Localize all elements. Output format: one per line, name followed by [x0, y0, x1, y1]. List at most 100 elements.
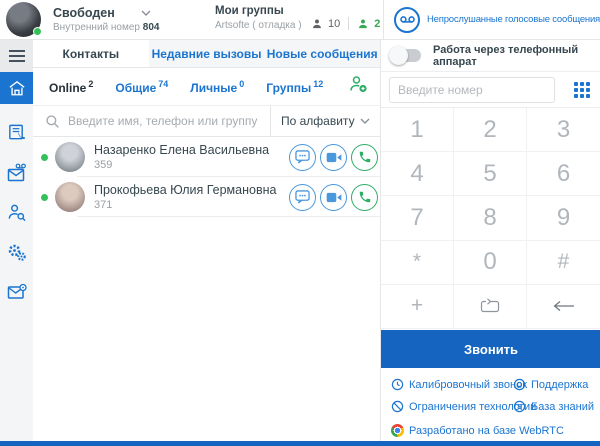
phone-icon	[358, 150, 372, 164]
filter-shared[interactable]: Общие74	[115, 79, 168, 95]
dialpad-grid-icon[interactable]	[574, 82, 590, 98]
user-status-column: Свободен Внутренний номер 804	[53, 6, 159, 33]
knowledge-base-link[interactable]: S База знаний	[513, 400, 595, 413]
contact-name: Прокофьева Юлия Германовна	[94, 183, 276, 197]
restrictions-link[interactable]: Ограничения технологии	[391, 400, 513, 413]
chat-icon	[295, 150, 310, 164]
voicemail-notification[interactable]: Непрослушанные голосовые сообщения	[383, 0, 600, 39]
chevron-down-icon	[360, 118, 370, 124]
tab-contacts[interactable]: Контакты	[33, 40, 149, 67]
dialpad-key-4[interactable]: 4	[381, 152, 454, 196]
number-entry-row	[381, 72, 600, 107]
voicemail-icon	[394, 7, 420, 33]
sidebar-item-home[interactable]	[0, 72, 33, 104]
my-groups-block: Мои группы Artsofte ( отладка )	[215, 5, 302, 31]
phone-icon	[358, 190, 372, 204]
webrtc-label: Разработано на базе WebRTC	[409, 425, 564, 437]
hardware-phone-label: Работа через телефонный аппарат	[433, 44, 600, 68]
tab-recent-calls[interactable]: Недавние вызовы	[149, 40, 265, 67]
dialpad-key-hash[interactable]: #	[527, 241, 600, 285]
hamburger-icon	[9, 50, 25, 62]
main-tabs: Контакты Недавние вызовы Новые сообщения	[33, 40, 380, 68]
chat-button[interactable]	[289, 144, 316, 171]
contact-number: 359	[94, 159, 269, 171]
redial-key[interactable]	[454, 285, 527, 329]
dialpad-key-star[interactable]: *	[381, 241, 454, 285]
dialpad-key-1[interactable]: 1	[381, 108, 454, 152]
knowledge-base-label: База знаний	[531, 401, 594, 413]
dialpad-key-plus[interactable]: +	[381, 285, 454, 329]
hardware-phone-toggle[interactable]	[391, 49, 421, 62]
presence-dot	[41, 194, 48, 201]
dialpad-key-5[interactable]: 5	[454, 152, 527, 196]
add-contact-button[interactable]	[349, 75, 368, 98]
extension-number: Внутренний номер 804	[53, 22, 159, 33]
my-groups-title: Мои группы	[215, 5, 302, 17]
dialpad-key-3[interactable]: 3	[527, 108, 600, 152]
dialpad-key-6[interactable]: 6	[527, 152, 600, 196]
voicemail-label: Непрослушанные голосовые сообщения	[427, 14, 600, 25]
sidebar-item-settings[interactable]	[0, 232, 33, 272]
left-sidebar	[0, 40, 33, 446]
contact-info: Назаренко Елена Васильевна 359	[94, 143, 269, 171]
support-link[interactable]: Поддержка	[513, 378, 595, 391]
sort-dropdown[interactable]: По алфавиту	[270, 106, 380, 136]
video-camera-icon	[326, 152, 342, 163]
footer-links: Калибровочный звонок Поддержка Ограничен…	[381, 368, 600, 437]
person-icon	[311, 18, 323, 30]
sidebar-item-recent-calls[interactable]	[0, 112, 33, 152]
filter-online[interactable]: Online2	[49, 79, 93, 95]
filter-groups[interactable]: Группы12	[266, 79, 323, 95]
call-button[interactable]	[351, 144, 378, 171]
contact-row[interactable]: Назаренко Елена Васильевна 359	[33, 137, 380, 177]
contact-avatar	[55, 142, 85, 172]
contact-row[interactable]: Прокофьева Юлия Германовна 371	[33, 177, 380, 217]
my-groups-value: Artsofte ( отладка )	[215, 20, 302, 31]
dialer-panel: Работа через телефонный аппарат 1 2 3 4 …	[380, 40, 600, 446]
hardware-phone-row: Работа через телефонный аппарат	[381, 40, 600, 72]
current-user-block: Свободен Внутренний номер 804	[6, 2, 159, 37]
avatar[interactable]	[6, 2, 41, 37]
bottom-accent-strip	[0, 441, 600, 446]
filter-groups-count: 12	[313, 79, 323, 89]
filter-shared-count: 74	[158, 79, 168, 89]
video-camera-icon	[326, 192, 342, 203]
mail-question-icon	[7, 283, 27, 301]
webrtc-link[interactable]: Разработано на базе WebRTC	[391, 424, 595, 437]
dialpad-key-2[interactable]: 2	[454, 108, 527, 152]
calibration-call-label: Калибровочный звонок	[409, 379, 527, 391]
dial-call-button[interactable]: Звонить	[381, 330, 600, 368]
backspace-arrow-icon	[552, 300, 576, 312]
tab-new-messages[interactable]: Новые сообщения	[264, 40, 380, 67]
number-input[interactable]	[389, 77, 555, 103]
video-call-button[interactable]	[320, 144, 347, 171]
calibration-call-link[interactable]: Калибровочный звонок	[391, 378, 513, 391]
filter-personal[interactable]: Личные0	[190, 79, 244, 95]
restrictions-icon	[391, 400, 404, 413]
extension-value: 804	[143, 22, 160, 33]
sidebar-item-voicemail[interactable]	[0, 152, 33, 192]
search-icon	[45, 114, 60, 129]
video-call-button[interactable]	[320, 184, 347, 211]
status-dropdown[interactable]: Свободен	[53, 6, 159, 20]
dialpad-key-7[interactable]: 7	[381, 196, 454, 240]
backspace-key[interactable]	[527, 285, 600, 329]
contact-avatar	[55, 182, 85, 212]
recent-calls-icon	[7, 123, 26, 142]
dialpad-key-0[interactable]: 0	[454, 241, 527, 285]
dialpad-key-9[interactable]: 9	[527, 196, 600, 240]
sidebar-item-unknown-messages[interactable]	[0, 272, 33, 312]
group-member-counters: 10 2	[311, 17, 380, 30]
chat-icon	[295, 190, 310, 204]
voicemail-mail-icon	[7, 163, 27, 182]
online-status-dot	[33, 27, 42, 36]
calibration-call-icon	[391, 378, 404, 391]
call-button[interactable]	[351, 184, 378, 211]
menu-button[interactable]	[0, 40, 33, 72]
sidebar-item-contacts-search[interactable]	[0, 192, 33, 232]
contact-actions	[289, 184, 378, 211]
search-input[interactable]	[68, 114, 270, 128]
chat-button[interactable]	[289, 184, 316, 211]
dialpad-key-8[interactable]: 8	[454, 196, 527, 240]
redial-icon	[478, 298, 502, 315]
